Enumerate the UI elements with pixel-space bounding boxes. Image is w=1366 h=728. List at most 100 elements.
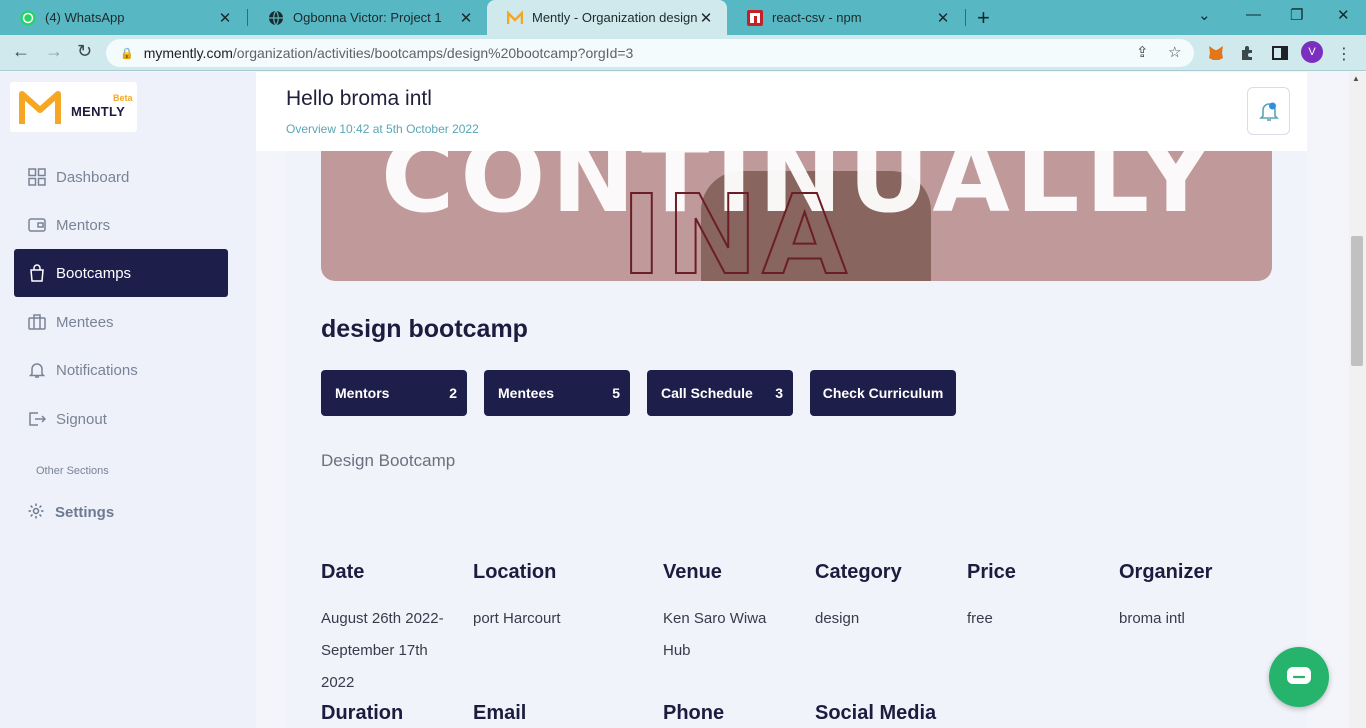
- sidebar-item-label: Notifications: [56, 361, 138, 379]
- sidebar: Beta MENTLY Dashboard Mentors Bootcamps …: [0, 72, 256, 728]
- tab-title: react-csv - npm: [772, 10, 862, 25]
- extensions-puzzle-icon[interactable]: [1239, 44, 1257, 62]
- sidebar-item-mentors[interactable]: Mentors: [14, 201, 228, 249]
- greeting-title: Hello broma intl: [286, 87, 432, 110]
- forward-icon[interactable]: →: [45, 41, 63, 62]
- bootcamp-content: CONTINUALLY INA design bootcamp Mentors …: [286, 151, 1307, 728]
- detail-value-organizer: broma intl: [1119, 610, 1185, 627]
- sidebar-item-notifications[interactable]: Notifications: [14, 346, 228, 394]
- browser-tab-npm[interactable]: react-csv - npm ✕: [727, 0, 964, 35]
- bell-icon: [27, 360, 47, 380]
- minimize-icon[interactable]: —: [1246, 6, 1261, 23]
- beta-badge: Beta: [113, 93, 133, 103]
- tab-title: (4) WhatsApp: [45, 10, 125, 25]
- side-panel-icon[interactable]: [1271, 44, 1289, 62]
- other-sections-label: Other Sections: [36, 465, 109, 477]
- globe-icon: [268, 10, 284, 26]
- sidebar-item-label: Mentees: [56, 313, 114, 331]
- scrollbar-thumb[interactable]: [1351, 236, 1363, 366]
- npm-icon: [747, 9, 763, 26]
- close-window-icon[interactable]: ✕: [1337, 6, 1350, 24]
- button-count: 5: [612, 385, 620, 401]
- metamask-extension-icon[interactable]: [1207, 44, 1225, 62]
- browser-toolbar: ← → ↻ 🔒 mymently.com/organization/activi…: [0, 35, 1366, 71]
- sidebar-item-label: Dashboard: [56, 168, 130, 186]
- main-header: Hello broma intl Overview 10:42 at 5th O…: [256, 72, 1307, 151]
- detail-heading-social-media: Social Media: [815, 702, 937, 724]
- bootcamp-title: design bootcamp: [321, 315, 528, 343]
- scroll-up-arrow-icon[interactable]: ▲: [1352, 74, 1360, 83]
- sidebar-item-signout[interactable]: Signout: [14, 395, 228, 443]
- dashboard-icon: [27, 167, 47, 187]
- detail-heading-duration: Duration: [321, 702, 404, 724]
- sidebar-item-label: Mentors: [56, 216, 111, 234]
- detail-heading-phone: Phone: [663, 702, 725, 724]
- notification-button[interactable]: [1247, 87, 1290, 135]
- reload-icon[interactable]: ↻: [77, 41, 92, 62]
- mently-logo[interactable]: Beta MENTLY: [10, 82, 137, 132]
- settings-label: Settings: [55, 503, 115, 521]
- check-curriculum-button[interactable]: Check Curriculum: [810, 370, 956, 416]
- close-tab-icon[interactable]: ✕: [934, 9, 952, 27]
- mently-logo-mark: [19, 91, 61, 124]
- button-count: 3: [775, 385, 783, 401]
- profile-avatar[interactable]: V: [1301, 41, 1323, 63]
- button-label: Mentees: [498, 385, 555, 401]
- close-tab-icon[interactable]: ✕: [697, 9, 715, 27]
- button-count: 2: [449, 385, 457, 401]
- close-tab-icon[interactable]: ✕: [457, 9, 475, 27]
- briefcase-icon: [27, 312, 47, 332]
- mentees-button[interactable]: Mentees 5: [484, 370, 630, 416]
- tab-search-icon[interactable]: ⌄: [1198, 6, 1211, 24]
- notification-bell-icon: [1258, 102, 1279, 121]
- lock-icon: 🔒: [120, 47, 134, 60]
- browser-tab-project[interactable]: Ogbonna Victor: Project 1 ✕: [248, 0, 487, 35]
- mently-icon: [507, 9, 523, 26]
- browser-tab-mently[interactable]: Mently - Organization design bo ✕: [487, 0, 727, 35]
- call-schedule-button[interactable]: Call Schedule 3: [647, 370, 793, 416]
- address-bar[interactable]: 🔒 mymently.com/organization/activities/b…: [106, 39, 1194, 67]
- signout-icon: [27, 409, 47, 429]
- browser-menu-icon[interactable]: ⋮: [1336, 44, 1354, 63]
- detail-heading-location: Location: [473, 561, 557, 583]
- shopping-bag-icon: [27, 263, 47, 283]
- detail-heading-email: Email: [473, 702, 527, 724]
- detail-value-price: free: [967, 610, 993, 627]
- close-tab-icon[interactable]: ✕: [216, 9, 234, 27]
- chat-support-button[interactable]: [1269, 647, 1329, 707]
- sidebar-item-label: Bootcamps: [56, 264, 132, 282]
- sidebar-item-bootcamps[interactable]: Bootcamps: [14, 249, 228, 297]
- restore-icon[interactable]: ❐: [1290, 6, 1303, 24]
- tab-separator: [965, 9, 966, 26]
- button-label: Call Schedule: [661, 385, 753, 401]
- tab-title: Ogbonna Victor: Project 1: [293, 10, 442, 25]
- mentors-button[interactable]: Mentors 2: [321, 370, 467, 416]
- browser-tab-bar: (4) WhatsApp ✕ Ogbonna Victor: Project 1…: [0, 0, 1366, 35]
- url-host: mymently.com: [143, 45, 233, 61]
- detail-value-category: design: [815, 610, 860, 627]
- brand-name: MENTLY: [71, 104, 126, 119]
- gear-icon: [27, 502, 47, 522]
- new-tab-button[interactable]: +: [977, 5, 990, 31]
- page-scrollbar[interactable]: [1349, 72, 1366, 728]
- overview-timestamp: Overview 10:42 at 5th October 2022: [286, 122, 479, 136]
- bookmark-star-icon[interactable]: ☆: [1168, 43, 1181, 61]
- browser-tab-whatsapp[interactable]: (4) WhatsApp ✕: [0, 0, 246, 35]
- sidebar-item-settings[interactable]: Settings: [27, 502, 114, 522]
- detail-heading-organizer: Organizer: [1119, 561, 1213, 583]
- bootcamp-banner-image: CONTINUALLY INA: [321, 151, 1272, 281]
- back-icon[interactable]: ←: [12, 41, 30, 62]
- chat-bubble-icon: [1287, 667, 1311, 684]
- detail-value-date: August 26th 2022-September 17th 2022: [321, 610, 444, 691]
- detail-value-venue: Ken Saro Wiwa Hub: [663, 610, 767, 659]
- detail-heading-venue: Venue: [663, 561, 722, 583]
- detail-heading-price: Price: [967, 561, 1016, 583]
- sidebar-item-mentees[interactable]: Mentees: [14, 298, 228, 346]
- tab-title: Mently - Organization design bo: [532, 10, 697, 25]
- url-path: /organization/activities/bootcamps/desig…: [232, 45, 634, 61]
- button-label: Mentors: [335, 385, 390, 401]
- sidebar-item-dashboard[interactable]: Dashboard: [14, 153, 228, 201]
- share-icon[interactable]: ⇪: [1136, 43, 1149, 61]
- detail-value-location: port Harcourt: [473, 610, 561, 627]
- button-label: Check Curriculum: [822, 385, 944, 401]
